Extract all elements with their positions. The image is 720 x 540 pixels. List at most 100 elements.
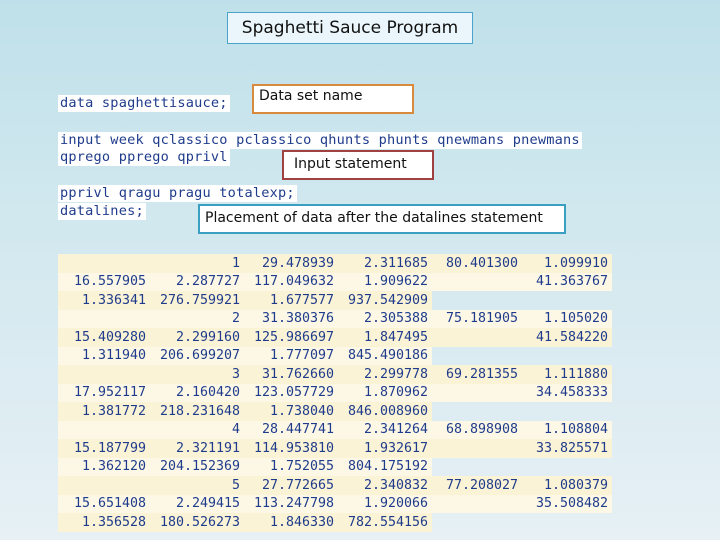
callout-dataset-name: Data set name (252, 84, 414, 114)
table-cell: 1.932617 (338, 439, 432, 458)
table-cell (432, 458, 522, 477)
table-row: 1.381772 218.231648 1.738040 846.008960 (58, 402, 612, 421)
table-cell: 2.160420 (150, 383, 244, 402)
table-cell: 28.447741 (244, 420, 338, 439)
table-cell: 1.311940 (58, 346, 150, 365)
table-cell: 125.986697 (244, 328, 338, 347)
table-cell: 1.920066 (338, 494, 432, 513)
table-cell (432, 383, 522, 402)
table-cell: 1.336341 (58, 291, 150, 310)
table-cell: 2.321191 (150, 439, 244, 458)
table-cell: 2.299778 (338, 365, 432, 384)
table-cell: 1.105020 (522, 309, 612, 328)
table-cell: 16.557905 (58, 272, 150, 291)
table-cell: 31.762660 (244, 365, 338, 384)
table-cell: 2.299160 (150, 328, 244, 347)
table-cell: 1.111880 (522, 365, 612, 384)
table-row: 5 27.772665 2.340832 77.208027 1.080379 (58, 476, 612, 495)
table-cell: 2.305388 (338, 309, 432, 328)
table-cell: 804.175192 (338, 457, 432, 476)
table-cell: 1.777097 (244, 346, 338, 365)
table-cell (432, 513, 522, 532)
table-cell (522, 402, 612, 421)
code-line-input-cont1: qprego pprego qprivl (58, 149, 230, 166)
table-cell: 68.898908 (432, 420, 522, 439)
table-cell: 1.108804 (522, 420, 612, 439)
table-cell: 27.772665 (244, 476, 338, 495)
table-cell (58, 420, 150, 439)
table-cell (432, 347, 522, 366)
table-cell: 35.508482 (522, 494, 612, 513)
table-cell (432, 439, 522, 458)
table-cell (522, 513, 612, 532)
table-cell: 33.825571 (522, 439, 612, 458)
table-cell: 69.281355 (432, 365, 522, 384)
callout-datalines-placement: Placement of data after the datalines st… (198, 204, 566, 234)
table-row: 15.651408 2.249415 113.247798 1.920066 35.50… (58, 494, 612, 513)
table-cell: 845.490186 (338, 346, 432, 365)
table-cell (58, 476, 150, 495)
table-cell: 114.953810 (244, 439, 338, 458)
table-cell: 17.952117 (58, 383, 150, 402)
code-line-datalines: datalines; (58, 203, 146, 220)
table-row: 1.311940 206.699207 1.777097 845.490186 (58, 346, 612, 366)
table-cell: 937.542909 (338, 291, 432, 310)
table-cell (432, 272, 522, 291)
table-cell: 1.677577 (244, 291, 338, 310)
table-cell: 2.287727 (150, 272, 244, 291)
table-row: 1 29.478939 2.311685 80.401300 1.099910 (58, 254, 612, 273)
table-cell: 41.363767 (522, 272, 612, 291)
table-cell: 1 (150, 254, 244, 273)
table-cell: 77.208027 (432, 476, 522, 495)
table-cell: 2.340832 (338, 476, 432, 495)
table-cell: 782.554156 (338, 513, 432, 532)
table-cell: 1.099910 (522, 254, 612, 273)
table-cell: 2 (150, 309, 244, 328)
table-cell: 1.356528 (58, 513, 150, 532)
table-cell (522, 347, 612, 366)
table-cell: 206.699207 (150, 346, 244, 365)
table-cell: 1.846330 (244, 513, 338, 532)
table-row: 1.336341 276.759921 1.677577 937.542909 (58, 291, 612, 310)
table-cell: 3 (150, 365, 244, 384)
table-cell: 1.080379 (522, 476, 612, 495)
table-cell: 31.380376 (244, 309, 338, 328)
table-row: 17.952117 2.160420 123.057729 1.870962 34.45… (58, 383, 612, 402)
table-cell: 1.870962 (338, 383, 432, 402)
table-cell: 180.526273 (150, 513, 244, 532)
table-cell: 1.381772 (58, 402, 150, 421)
table-cell (58, 309, 150, 328)
table-cell: 846.008960 (338, 402, 432, 421)
table-cell: 218.231648 (150, 402, 244, 421)
table-cell: 75.181905 (432, 309, 522, 328)
table-row: 15.187799 2.321191 114.953810 1.932617 33.82… (58, 439, 612, 458)
table-cell: 29.478939 (244, 254, 338, 273)
callout-input-statement: Input statement (282, 150, 434, 180)
code-line-input: input week qclassico pclassico qhunts ph… (58, 132, 582, 149)
table-cell (522, 458, 612, 477)
code-line-data: data spaghettisauce; (58, 95, 230, 112)
code-line-input-cont2: pprivl qragu pragu totalexp; (58, 185, 297, 202)
table-row: 2 31.380376 2.305388 75.181905 1.105020 (58, 309, 612, 328)
table-cell: 2.311685 (338, 254, 432, 273)
table-cell: 1.738040 (244, 402, 338, 421)
data-table: 1 29.478939 2.311685 80.401300 1.099910 16.55… (58, 254, 612, 532)
table-cell (58, 254, 150, 273)
table-cell (522, 291, 612, 310)
slide-title: Spaghetti Sauce Program (227, 12, 473, 44)
table-cell: 5 (150, 476, 244, 495)
table-cell (432, 291, 522, 310)
table-cell: 1.909622 (338, 272, 432, 291)
table-cell (432, 328, 522, 347)
table-cell: 41.584220 (522, 328, 612, 347)
table-cell: 123.057729 (244, 383, 338, 402)
table-cell: 4 (150, 420, 244, 439)
table-row: 3 31.762660 2.299778 69.281355 1.111880 (58, 365, 612, 384)
table-row: 1.356528 180.526273 1.846330 782.554156 (58, 513, 612, 532)
table-cell: 1.847495 (338, 328, 432, 347)
table-row: 1.362120 204.152369 1.752055 804.175192 (58, 457, 612, 477)
table-cell: 276.759921 (150, 291, 244, 310)
table-row: 16.557905 2.287727 117.049632 1.909622 41.36… (58, 272, 612, 291)
table-cell: 15.187799 (58, 439, 150, 458)
table-cell: 2.249415 (150, 494, 244, 513)
